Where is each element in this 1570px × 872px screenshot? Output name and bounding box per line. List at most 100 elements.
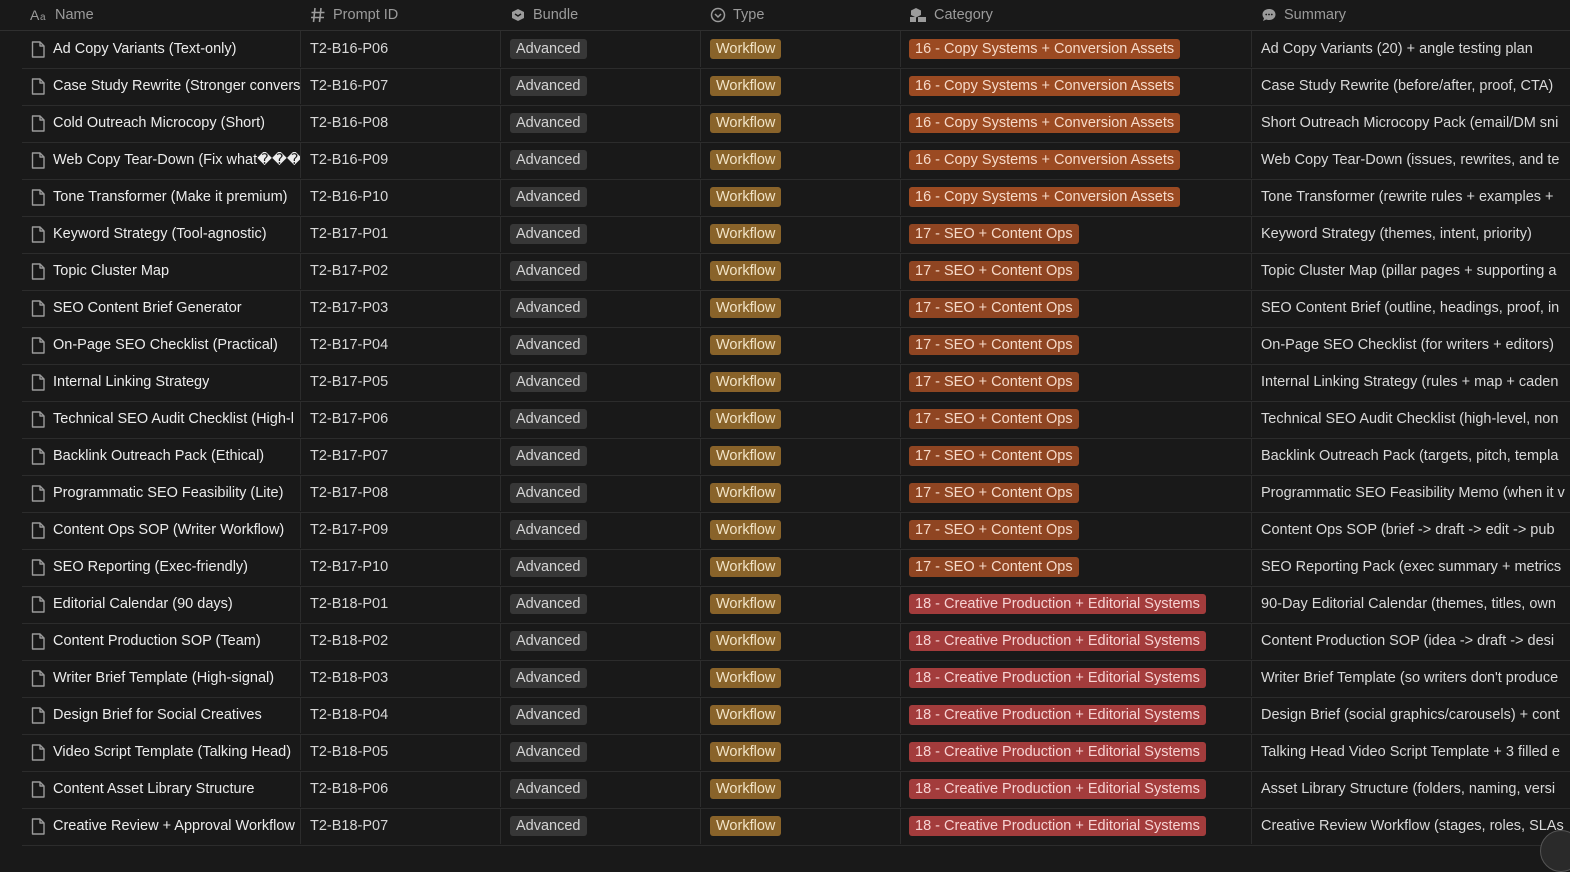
cell-category[interactable]: 17 - SEO + Content Ops (901, 512, 1252, 548)
cell-type[interactable]: Workflow (701, 771, 901, 807)
table-row[interactable]: SEO Reporting (Exec-friendly) T2-B17-P10 A… (22, 549, 1570, 587)
table-row[interactable]: Creative Review + Approval Workflow T2-B1… (22, 808, 1570, 846)
cell-bundle[interactable]: Advanced (501, 216, 701, 252)
cell-summary[interactable]: Technical SEO Audit Checklist (high-leve… (1252, 401, 1570, 437)
cell-prompt-id[interactable]: T2-B18-P03 (301, 660, 501, 696)
cell-type[interactable]: Workflow (701, 327, 901, 363)
cell-name[interactable]: Editorial Calendar (90 days) (22, 586, 301, 622)
cell-type[interactable]: Workflow (701, 179, 901, 215)
cell-name[interactable]: On-Page SEO Checklist (Practical) (22, 327, 301, 363)
cell-bundle[interactable]: Advanced (501, 142, 701, 178)
row-title[interactable]: Content Production SOP (Team) (53, 633, 261, 649)
cell-summary[interactable]: Asset Library Structure (folders, naming… (1252, 771, 1570, 807)
cell-bundle[interactable]: Advanced (501, 697, 701, 733)
cell-category[interactable]: 17 - SEO + Content Ops (901, 364, 1252, 400)
cell-type[interactable]: Workflow (701, 697, 901, 733)
cell-prompt-id[interactable]: T2-B17-P03 (301, 290, 501, 326)
cell-bundle[interactable]: Advanced (501, 31, 701, 67)
cell-type[interactable]: Workflow (701, 216, 901, 252)
cell-prompt-id[interactable]: T2-B17-P02 (301, 253, 501, 289)
cell-name[interactable]: SEO Content Brief Generator (22, 290, 301, 326)
row-title[interactable]: SEO Reporting (Exec-friendly) (53, 559, 248, 575)
cell-category[interactable]: 16 - Copy Systems + Conversion Assets (901, 68, 1252, 104)
cell-summary[interactable]: Content Ops SOP (brief -> draft -> edit … (1252, 512, 1570, 548)
cell-name[interactable]: Ad Copy Variants (Text-only) (22, 31, 301, 67)
cell-prompt-id[interactable]: T2-B17-P04 (301, 327, 501, 363)
cell-name[interactable]: Keyword Strategy (Tool-agnostic) (22, 216, 301, 252)
cell-category[interactable]: 17 - SEO + Content Ops (901, 401, 1252, 437)
cell-category[interactable]: 18 - Creative Production + Editorial Sys… (901, 623, 1252, 659)
column-header-type[interactable]: Type (710, 0, 764, 30)
cell-name[interactable]: Programmatic SEO Feasibility (Lite) (22, 475, 301, 511)
cell-type[interactable]: Workflow (701, 31, 901, 67)
column-header-name[interactable]: A a Name (30, 0, 94, 30)
cell-summary[interactable]: Web Copy Tear-Down (issues, rewrites, an… (1252, 142, 1570, 178)
cell-category[interactable]: 18 - Creative Production + Editorial Sys… (901, 771, 1252, 807)
cell-summary[interactable]: Short Outreach Microcopy Pack (email/DM … (1252, 105, 1570, 141)
cell-type[interactable]: Workflow (701, 475, 901, 511)
table-row[interactable]: Tone Transformer (Make it premium) T2-B16… (22, 179, 1570, 217)
row-title[interactable]: Topic Cluster Map (53, 263, 169, 279)
cell-prompt-id[interactable]: T2-B18-P07 (301, 808, 501, 844)
cell-name[interactable]: Creative Review + Approval Workflow (22, 808, 301, 844)
cell-bundle[interactable]: Advanced (501, 771, 701, 807)
cell-prompt-id[interactable]: T2-B18-P04 (301, 697, 501, 733)
cell-category[interactable]: 16 - Copy Systems + Conversion Assets (901, 142, 1252, 178)
cell-summary[interactable]: Ad Copy Variants (20) + angle testing pl… (1252, 31, 1570, 67)
cell-bundle[interactable]: Advanced (501, 438, 701, 474)
cell-summary[interactable]: Writer Brief Template (so writers don't … (1252, 660, 1570, 696)
table-row[interactable]: Content Production SOP (Team) T2-B18-P02 A… (22, 623, 1570, 661)
cell-bundle[interactable]: Advanced (501, 586, 701, 622)
cell-bundle[interactable]: Advanced (501, 660, 701, 696)
cell-name[interactable]: Cold Outreach Microcopy (Short) (22, 105, 301, 141)
cell-bundle[interactable]: Advanced (501, 734, 701, 770)
cell-category[interactable]: 17 - SEO + Content Ops (901, 216, 1252, 252)
cell-type[interactable]: Workflow (701, 364, 901, 400)
cell-category[interactable]: 18 - Creative Production + Editorial Sys… (901, 808, 1252, 844)
row-title[interactable]: Design Brief for Social Creatives (53, 707, 262, 723)
cell-bundle[interactable]: Advanced (501, 179, 701, 215)
cell-summary[interactable]: Backlink Outreach Pack (targets, pitch, … (1252, 438, 1570, 474)
column-header-summary[interactable]: Summary (1261, 0, 1346, 30)
table-row[interactable]: Ad Copy Variants (Text-only) T2-B16-P06 Ad… (22, 31, 1570, 69)
cell-bundle[interactable]: Advanced (501, 68, 701, 104)
cell-name[interactable]: Technical SEO Audit Checklist (High-l (22, 401, 301, 437)
column-header-category[interactable]: Category (909, 0, 993, 30)
cell-category[interactable]: 17 - SEO + Content Ops (901, 549, 1252, 585)
cell-category[interactable]: 16 - Copy Systems + Conversion Assets (901, 179, 1252, 215)
cell-name[interactable]: Content Asset Library Structure (22, 771, 301, 807)
table-row[interactable]: Technical SEO Audit Checklist (High-l T2-… (22, 401, 1570, 439)
cell-type[interactable]: Workflow (701, 808, 901, 844)
cell-category[interactable]: 18 - Creative Production + Editorial Sys… (901, 697, 1252, 733)
table-row[interactable]: On-Page SEO Checklist (Practical) T2-B17-… (22, 327, 1570, 365)
row-title[interactable]: Case Study Rewrite (Stronger convers (53, 78, 300, 94)
cell-type[interactable]: Workflow (701, 142, 901, 178)
table-row[interactable]: Case Study Rewrite (Stronger convers T2-B… (22, 68, 1570, 106)
cell-prompt-id[interactable]: T2-B17-P10 (301, 549, 501, 585)
table-row[interactable]: Programmatic SEO Feasibility (Lite) T2-B1… (22, 475, 1570, 513)
cell-summary[interactable]: On-Page SEO Checklist (for writers + edi… (1252, 327, 1570, 363)
help-button[interactable] (1540, 830, 1570, 872)
cell-name[interactable]: Writer Brief Template (High-signal) (22, 660, 301, 696)
cell-type[interactable]: Workflow (701, 438, 901, 474)
cell-category[interactable]: 17 - SEO + Content Ops (901, 253, 1252, 289)
cell-bundle[interactable]: Advanced (501, 549, 701, 585)
cell-category[interactable]: 16 - Copy Systems + Conversion Assets (901, 31, 1252, 67)
row-title[interactable]: Video Script Template (Talking Head) (53, 744, 291, 760)
row-title[interactable]: On-Page SEO Checklist (Practical) (53, 337, 278, 353)
cell-bundle[interactable]: Advanced (501, 253, 701, 289)
row-title[interactable]: Ad Copy Variants (Text-only) (53, 41, 236, 57)
cell-name[interactable]: Backlink Outreach Pack (Ethical) (22, 438, 301, 474)
row-title[interactable]: Creative Review + Approval Workflow (53, 818, 295, 834)
cell-name[interactable]: Content Ops SOP (Writer Workflow) (22, 512, 301, 548)
cell-summary[interactable]: SEO Reporting Pack (exec summary + metri… (1252, 549, 1570, 585)
cell-summary[interactable]: Creative Review Workflow (stages, roles,… (1252, 808, 1570, 844)
cell-prompt-id[interactable]: T2-B16-P09 (301, 142, 501, 178)
cell-type[interactable]: Workflow (701, 105, 901, 141)
table-row[interactable]: Keyword Strategy (Tool-agnostic) T2-B17-P… (22, 216, 1570, 254)
cell-type[interactable]: Workflow (701, 734, 901, 770)
cell-type[interactable]: Workflow (701, 290, 901, 326)
cell-name[interactable]: Design Brief for Social Creatives (22, 697, 301, 733)
cell-prompt-id[interactable]: T2-B16-P06 (301, 31, 501, 67)
cell-prompt-id[interactable]: T2-B17-P08 (301, 475, 501, 511)
